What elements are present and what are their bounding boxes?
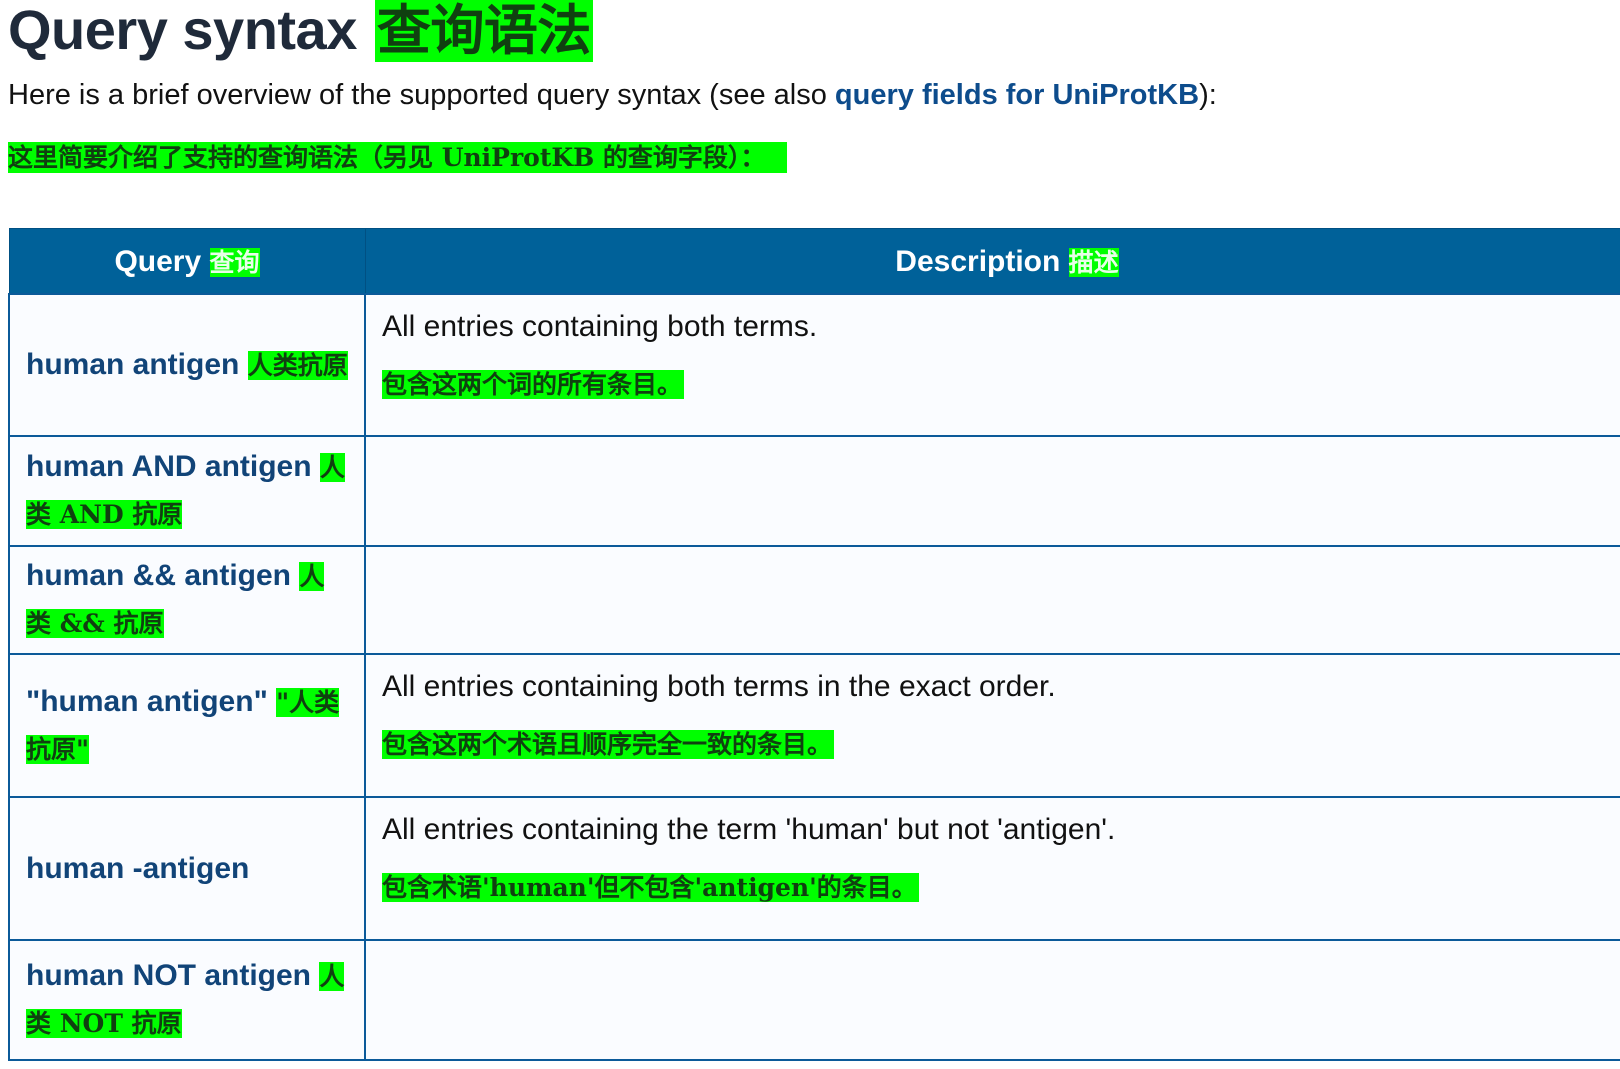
query-fields-link[interactable]: query fields for UniProtKB [835, 79, 1199, 111]
intro-text-before: Here is a brief overview of the supporte… [8, 79, 835, 111]
query-cell: human antigen 人类抗原 [8, 293, 366, 437]
page-title-zh: 查询语法 [374, 0, 593, 62]
description-translation: 包含这两个词的所有条目。 [382, 370, 685, 399]
query-cell: human NOT antigen 人类 NOT 抗原 [8, 939, 366, 1061]
description-cell [364, 435, 1620, 547]
description-cell: All entries containing both terms. 包含这两个… [364, 293, 1620, 437]
description-cell: All entries containing both terms in the… [364, 653, 1620, 798]
query-text: human AND antigen [26, 450, 312, 483]
query-text: human NOT antigen [26, 959, 311, 992]
table-row: "human antigen" "人类抗原" All entries conta… [8, 653, 1620, 798]
query-text: human -antigen [26, 851, 250, 885]
table-header-row: Query 查询 Description 描述 [8, 228, 1620, 295]
description-header-en: Description [895, 245, 1061, 278]
table-row: human AND antigen 人类 AND 抗原 [8, 435, 1620, 547]
table-row: human -antigen All entries containing th… [8, 796, 1620, 941]
table-row: human && antigen 人类 && 抗原 [8, 545, 1620, 655]
query-text: human && antigen [26, 559, 292, 592]
intro-paragraph: Here is a brief overview of the supporte… [8, 76, 1217, 114]
description-column-header: Description 描述 [364, 228, 1620, 295]
query-cell: human AND antigen 人类 AND 抗原 [8, 435, 366, 547]
page-title-en: Query syntax [8, 0, 357, 61]
query-cell: "human antigen" "人类抗原" [8, 653, 366, 798]
description-header-zh: 描述 [1068, 248, 1119, 277]
description-text: All entries containing both terms. [382, 310, 818, 343]
query-header-en: Query [114, 245, 202, 278]
query-column-header: Query 查询 [8, 228, 366, 295]
table-row: human NOT antigen 人类 NOT 抗原 [8, 939, 1620, 1061]
description-text: All entries containing both terms in the… [382, 670, 1056, 703]
description-translation: 包含这两个术语且顺序完全一致的条目。 [382, 730, 835, 759]
description-text: All entries containing the term 'human' … [382, 813, 1116, 846]
query-text: "human antigen" [26, 684, 268, 718]
description-cell [364, 545, 1620, 655]
table-row: human antigen 人类抗原 All entries containin… [8, 293, 1620, 437]
description-cell: All entries containing the term 'human' … [364, 796, 1620, 941]
page-title: Query syntax 查询语法 [8, 0, 593, 62]
query-text: human antigen [26, 347, 240, 381]
query-syntax-table: Query 查询 Description 描述 human antigen 人类… [8, 228, 1620, 1061]
description-translation: 包含术语'human'但不包含'antigen'的条目。 [382, 873, 919, 902]
query-cell: human -antigen [8, 796, 366, 941]
query-header-zh: 查询 [209, 248, 260, 277]
description-cell [364, 939, 1620, 1061]
intro-translation: 这里简要介绍了支持的查询语法（另见 UniProtKB 的查询字段）： [8, 142, 788, 173]
query-cell: human && antigen 人类 && 抗原 [8, 545, 366, 655]
query-translation: 人类抗原 [247, 350, 348, 380]
intro-text-after: ): [1199, 79, 1217, 111]
